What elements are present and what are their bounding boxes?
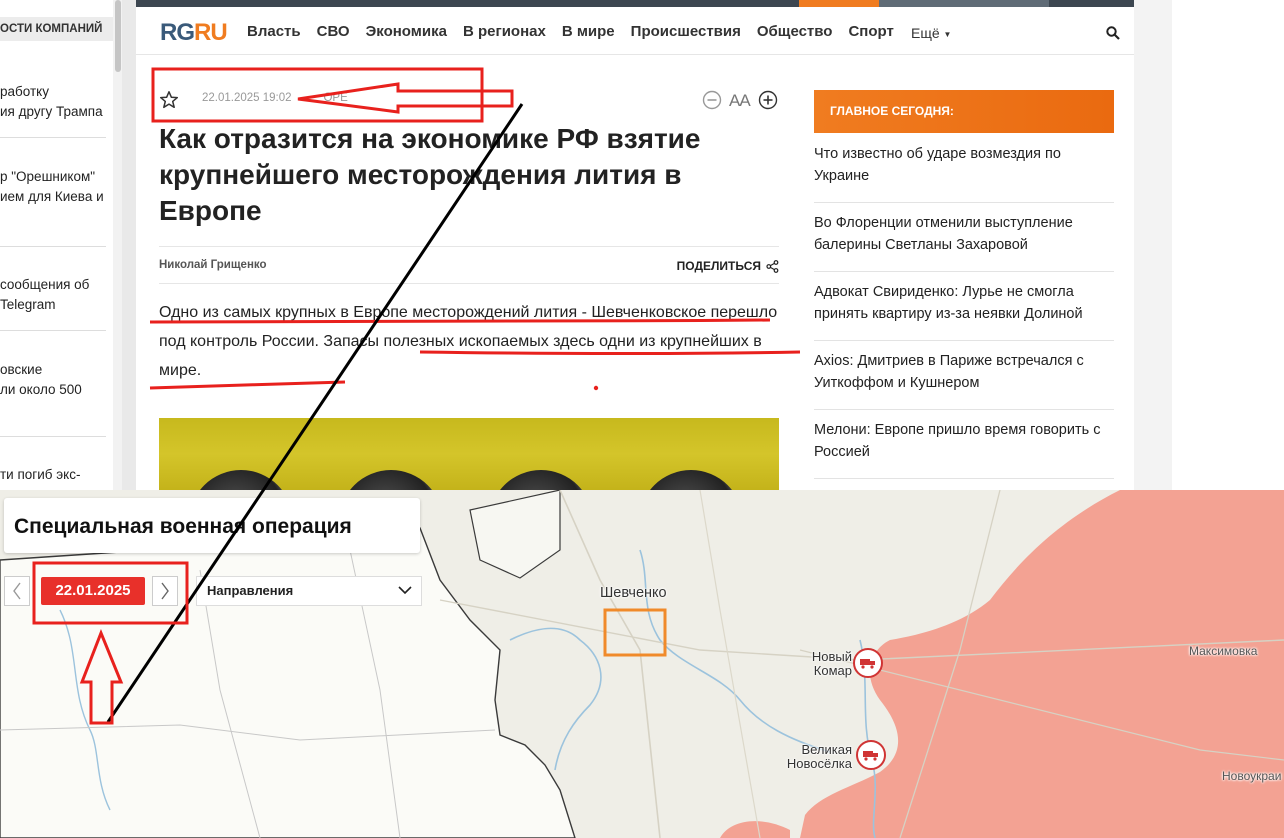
nav-item-svo[interactable]: СВО [317,23,350,41]
nav-item-society[interactable]: Общество [757,23,833,41]
place-marker[interactable] [853,648,883,678]
font-size-control: AA [702,88,782,112]
nav-item-regions[interactable]: В регионах [463,23,546,41]
strip-news-item[interactable]: сообщения об Telegram [0,275,106,315]
vehicle-icon [860,659,875,669]
date-badge[interactable]: 22.01.2025 [41,577,145,605]
sidebar-news-item[interactable]: Мелони: Европе пришло время говорить с Р… [814,410,1114,479]
nav-item-sport[interactable]: Спорт [848,23,893,41]
scrollbar-thumb[interactable] [115,0,121,72]
map-title-card: Специальная военная операция [4,498,420,553]
image-coin [189,470,293,490]
prev-date-button[interactable] [4,576,30,606]
strip-news-item[interactable]: р "Орешником" ием для Киева и [0,167,106,207]
search-icon[interactable] [1105,25,1121,41]
zoom-in-icon[interactable] [758,90,778,110]
more-menu[interactable]: Ещё ▼ [911,25,951,41]
date-control: 22.01.2025 Направления [4,576,422,606]
share-button[interactable]: ПОДЕЛИТЬСЯ [677,259,779,273]
nav-item-world[interactable]: В мире [562,23,615,41]
strip-divider [0,246,106,247]
share-icon [766,259,779,273]
article-date: 22.01.2025 19:02 ОРЕ [202,92,348,104]
chevron-left-icon [13,582,21,600]
controlled-zone [720,821,790,838]
scrollbar-track[interactable] [113,0,122,490]
map-label-maksimovka: Максимовка [1189,644,1258,658]
chevron-right-icon [161,582,169,600]
map-title: Специальная военная операция [14,515,352,538]
star-icon[interactable] [159,90,179,110]
font-size-label: AA [729,91,751,110]
place-marker[interactable] [856,740,886,770]
strip-divider [0,436,106,437]
chevron-down-icon [398,586,412,595]
directions-select[interactable]: Направления [196,576,422,606]
top-strip-segment [879,0,1049,7]
sidebar-news-item[interactable]: Axios: Дмитриев в Париже встречался с Уи… [814,341,1114,410]
map-label-shevchenko: Шевченко [600,585,667,601]
sidebar-news-item[interactable]: Адвокат Свириденко: Лурье не смогла прин… [814,272,1114,341]
main-nav: Власть СВО Экономика В регионах В мире П… [247,23,910,41]
strip-header: ОСТИ КОМПАНИЙ [0,17,114,41]
author-row: Николай Грищенко ПОДЕЛИТЬСЯ [159,246,779,284]
sidebar-news-list: Что известно об ударе возмездия по Украи… [814,134,1114,479]
top-strip-accent [799,0,879,7]
author-link[interactable]: Николай Грищенко [159,259,267,271]
strip-news-item[interactable]: работку ия другу Трампа [0,82,106,122]
vehicle-icon [863,751,878,761]
article-lead: Одно из самых крупных в Европе месторожд… [159,304,778,379]
svo-map[interactable]: Специальная военная операция 22.01.2025 … [0,490,1284,838]
nav-item-vlast[interactable]: Власть [247,23,301,41]
road [699,490,761,838]
zoom-out-icon[interactable] [702,90,722,110]
map-label-novoukrainka: Новоукраи [1222,769,1282,783]
rg-page: RGRU Власть СВО Экономика В регионах В м… [136,0,1134,490]
image-coin [639,470,743,490]
site-header: RGRU Власть СВО Экономика В регионах В м… [136,7,1134,55]
nav-item-economy[interactable]: Экономика [366,23,447,41]
road [559,490,661,838]
strip-news-item[interactable]: ти погиб экс- [0,465,106,485]
white-region [0,527,576,838]
article-meta: 22.01.2025 19:02 ОРЕ AA [159,86,779,114]
top-strip [136,0,1134,7]
left-news-strip: ОСТИ КОМПАНИЙ работку ия другу Трампа р … [0,0,122,490]
page-background [1134,0,1172,490]
map-label-velikaya: Великая Новосёлка [786,742,852,771]
caret-down-icon: ▼ [943,29,952,39]
sidebar-news-item[interactable]: Что известно об ударе возмездия по Украи… [814,134,1114,203]
image-coin [489,470,593,490]
article-image [159,418,779,490]
map-label-novy-komar: Новый Комар [811,649,852,678]
strip-divider [0,330,106,331]
nav-item-incidents[interactable]: Происшествия [631,23,741,41]
white-region [469,490,561,579]
sidebar-news-item[interactable]: Во Флоренции отменили выступление балери… [814,203,1114,272]
next-date-button[interactable] [152,576,178,606]
sidebar-heading: ГЛАВНОЕ СЕГОДНЯ: [814,90,1114,133]
article-title: Как отразится на экономике РФ взятие кру… [159,123,701,226]
strip-divider [0,137,106,138]
image-coin [339,470,443,490]
window-gutter [122,0,136,490]
strip-news-item[interactable]: овские ли около 500 [0,360,106,400]
site-logo[interactable]: RGRU [160,20,228,46]
